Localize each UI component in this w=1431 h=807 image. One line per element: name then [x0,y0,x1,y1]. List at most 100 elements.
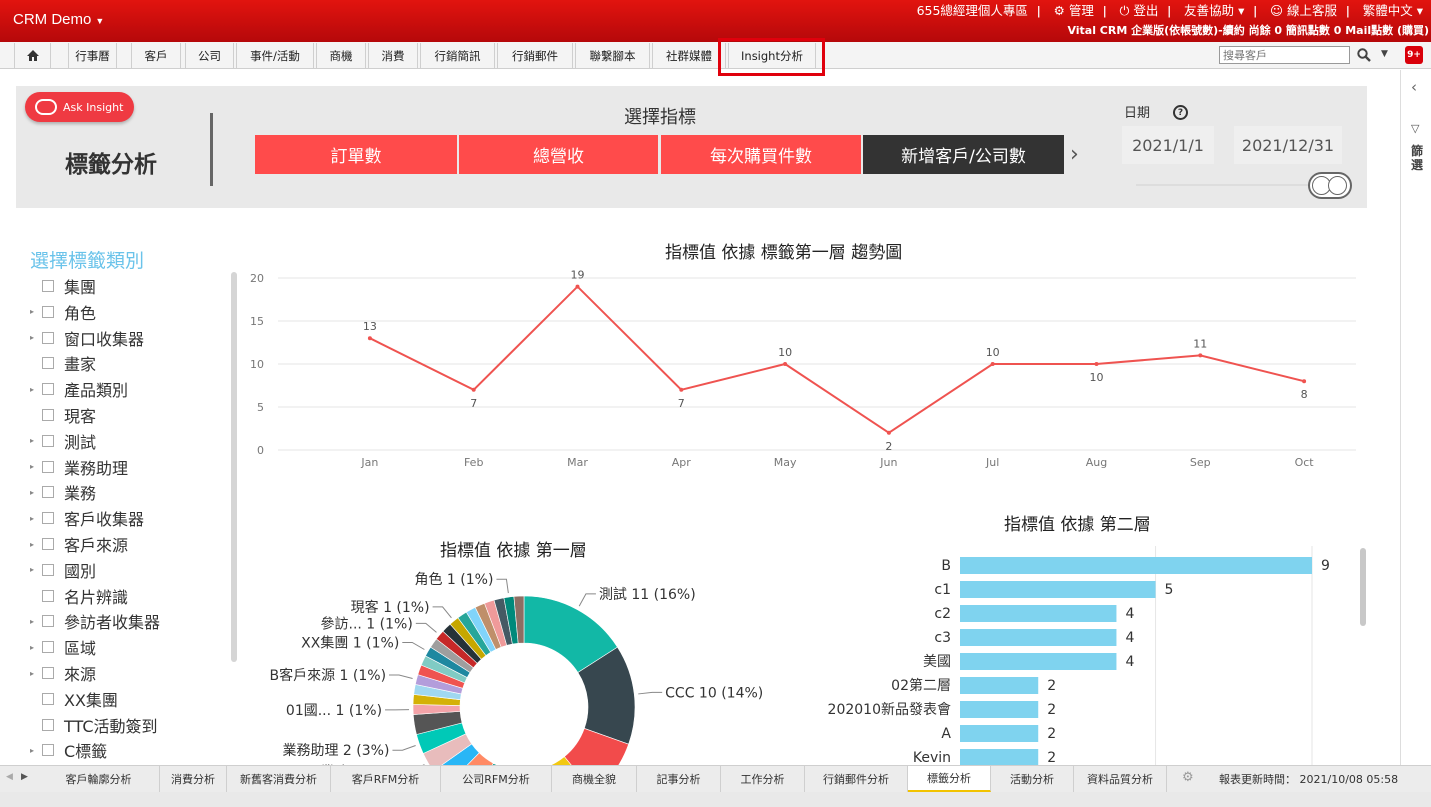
personal-zone-link[interactable]: 655總經理個人專區 [917,3,1028,18]
tag-item[interactable]: ▸ 區域 [30,636,96,658]
nav-email-marketing[interactable]: 行銷郵件 [497,43,573,68]
tag-item[interactable]: ▸ 業務 [30,481,96,503]
expand-arrow-icon[interactable]: ▸ [30,746,42,755]
checkbox[interactable] [42,383,54,396]
support-link[interactable]: 線上客服 [1287,3,1337,18]
expand-arrow-icon[interactable]: ▸ [30,436,42,445]
report-tab[interactable]: 工作分析 [721,766,805,792]
bar[interactable] [960,749,1039,765]
data-point[interactable] [1302,379,1307,384]
bar[interactable] [960,629,1117,646]
nav-contact-script[interactable]: 聯繫腳本 [575,43,650,68]
data-point[interactable] [367,336,372,341]
date-from-input[interactable]: 2021/1/1 [1122,126,1214,164]
data-point[interactable] [886,430,891,435]
nav-consumption[interactable]: 消費 [368,43,418,68]
checkbox[interactable] [42,512,54,525]
expand-arrow-icon[interactable]: ▸ [30,540,42,549]
data-point[interactable] [471,387,476,392]
tag-item[interactable]: 名片辨識 [30,585,128,607]
date-to-input[interactable]: 2021/12/31 [1234,126,1342,164]
tag-item[interactable]: ▸ 角色 [30,301,96,323]
metric-revenue-button[interactable]: 總營收 [459,135,658,174]
report-tab[interactable]: 行銷郵件分析 [805,766,908,792]
checkbox[interactable] [42,667,54,679]
data-point[interactable] [990,362,995,366]
checkbox[interactable] [42,589,54,602]
collapse-chevron-icon[interactable]: ‹ [1411,78,1417,96]
expand-arrow-icon[interactable]: ▸ [30,462,42,471]
metric-new-customers-button[interactable]: 新增客戶/公司數 [863,135,1064,174]
nav-events[interactable]: 事件/活動 [236,43,314,68]
tag-item[interactable]: ▸ 國別 [30,559,96,581]
home-button[interactable] [14,43,51,68]
tag-item[interactable]: 集團 [30,275,96,297]
checkbox[interactable] [42,538,54,550]
tag-item[interactable]: 畫家 [30,352,96,374]
expand-arrow-icon[interactable]: ▸ [30,565,42,574]
date-slider-track[interactable] [1136,184,1316,186]
expand-arrow-icon[interactable]: ▸ [30,488,42,497]
bar[interactable] [960,677,1039,694]
tag-item[interactable]: ▸ 測試 [30,430,96,452]
filter-icon[interactable]: ▽ [1411,122,1419,135]
nav-company[interactable]: 公司 [185,43,234,68]
expand-arrow-icon[interactable]: ▸ [30,669,42,678]
nav-sms-marketing[interactable]: 行銷簡訊 [420,43,495,68]
report-tab[interactable]: 消費分析 [160,766,227,792]
checkbox[interactable] [42,331,54,344]
search-caret-icon[interactable]: ▼ [1381,49,1388,59]
bar-chart-scrollbar[interactable] [1360,548,1366,626]
nav-customer[interactable]: 客戶 [131,43,181,68]
bar[interactable] [960,653,1117,670]
bar[interactable] [960,725,1039,742]
slider-handle-end[interactable] [1328,176,1347,195]
checkbox[interactable] [42,280,54,292]
tabs-prev-icon[interactable]: ◀ [6,772,13,782]
notification-badge[interactable]: 9+ [1405,46,1423,64]
tag-item[interactable]: 現客 [30,404,96,426]
report-tab[interactable]: 活動分析 [991,766,1074,792]
report-tab[interactable]: 商機全貌 [552,766,637,792]
bar[interactable] [960,581,1156,598]
expand-arrow-icon[interactable]: ▸ [30,617,42,626]
expand-arrow-icon[interactable]: ▸ [30,385,42,394]
checkbox[interactable] [42,563,54,576]
nav-calendar[interactable]: 行事曆 [68,43,117,68]
checkbox[interactable] [42,486,54,499]
language-link[interactable]: 繁體中文 [1363,3,1413,18]
tag-list-scrollbar[interactable] [231,272,237,662]
expand-arrow-icon[interactable]: ▸ [30,643,42,652]
report-tab[interactable]: 新舊客消費分析 [227,766,331,792]
nav-social-media[interactable]: 社群媒體 [652,43,726,68]
help-link[interactable]: 友善協助 [1184,3,1234,18]
nav-opportunity[interactable]: 商機 [316,43,366,68]
bar[interactable] [960,701,1039,718]
expand-arrow-icon[interactable]: ▸ [30,333,42,342]
report-tab[interactable]: 客戶輪廓分析 [38,766,160,792]
logout-link[interactable]: 登出 [1133,3,1158,18]
report-tab[interactable]: 標籤分析 [908,766,991,792]
filter-label[interactable]: 篩選 [1411,144,1425,172]
app-title[interactable]: CRM Demo ▼ [13,11,104,28]
checkbox[interactable] [42,409,54,421]
manage-link[interactable]: 管理 [1069,3,1094,18]
checkbox[interactable] [42,744,54,757]
tag-item[interactable]: ▸ 產品類別 [30,378,128,400]
metric-items-per-purchase-button[interactable]: 每次購買件數 [661,135,861,174]
tag-item[interactable]: ▸ 業務助理 [30,456,128,478]
checkbox[interactable] [42,460,54,473]
expand-arrow-icon[interactable]: ▸ [30,514,42,523]
metric-next-chevron-icon[interactable]: › [1070,142,1079,167]
help-icon[interactable]: ? [1173,105,1188,120]
tag-item[interactable]: ▸ 來源 [30,662,96,684]
tag-item[interactable]: ▸ 窗口收集器 [30,327,144,349]
checkbox[interactable] [42,434,54,447]
data-point[interactable] [1094,362,1099,366]
checkbox[interactable] [42,641,54,654]
tabs-next-icon[interactable]: ▶ [21,772,28,782]
bar[interactable] [960,605,1117,622]
data-point[interactable] [575,284,580,289]
report-tab[interactable]: 客戶RFM分析 [331,766,441,792]
bar[interactable] [960,557,1312,574]
